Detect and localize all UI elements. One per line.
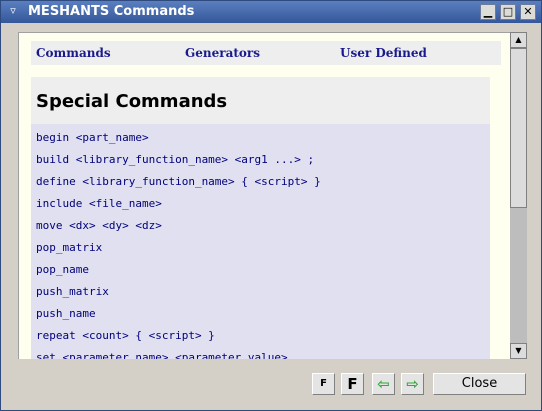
command-list: begin <part_name> build <library_functio…	[36, 127, 321, 359]
back-arrow-icon[interactable]: ⇦	[372, 373, 395, 395]
command-item: move <dx> <dy> <dz>	[36, 219, 162, 232]
command-item: push_matrix	[36, 285, 109, 298]
scroll-down-icon[interactable]: ▼	[510, 343, 527, 359]
nav-bar: Commands Generators User Defined	[31, 41, 501, 65]
smaller-font-button[interactable]: F	[312, 373, 335, 395]
command-item: push_name	[36, 307, 96, 320]
command-item: begin <part_name>	[36, 131, 149, 144]
section-header: Special Commands	[31, 77, 490, 124]
window-menu-icon[interactable]: ▿	[7, 5, 19, 17]
special-commands-section: Special Commands begin <part_name> build…	[31, 77, 490, 359]
command-item: pop_matrix	[36, 241, 103, 254]
nav-link-generators[interactable]: Generators	[185, 46, 260, 60]
command-item: repeat <count> { <script> }	[36, 329, 215, 342]
nav-link-commands[interactable]: Commands	[36, 46, 111, 60]
minimize-button[interactable]: ▁	[480, 4, 496, 20]
close-button[interactable]: Close	[433, 373, 526, 395]
scroll-up-icon[interactable]: ▲	[510, 32, 527, 48]
larger-font-button[interactable]: F	[341, 373, 364, 395]
command-item: pop_name	[36, 263, 89, 276]
command-item: define <library_function_name> { <script…	[36, 175, 321, 188]
section-heading: Special Commands	[36, 91, 228, 112]
title-bar[interactable]: ▿ MESHANTS Commands ▁ □ ✕	[1, 1, 541, 23]
close-window-button[interactable]: ✕	[520, 4, 536, 20]
nav-link-user-defined[interactable]: User Defined	[340, 46, 427, 60]
scroll-thumb[interactable]	[510, 48, 527, 208]
forward-arrow-icon[interactable]: ⇨	[401, 373, 424, 395]
help-window: ▿ MESHANTS Commands ▁ □ ✕ Commands Gener…	[0, 0, 542, 411]
command-item: include <file_name>	[36, 197, 162, 210]
bottom-toolbar: F F ⇦ ⇨ Close	[1, 361, 541, 411]
window-title: MESHANTS Commands	[28, 4, 195, 19]
command-item: set <parameter_name> <parameter_value>	[36, 351, 288, 359]
maximize-button[interactable]: □	[500, 4, 516, 20]
command-item: build <library_function_name> <arg1 ...>…	[36, 153, 315, 166]
help-content: Commands Generators User Defined Special…	[18, 32, 510, 359]
vertical-scrollbar[interactable]: ▲ ▼	[510, 32, 527, 359]
